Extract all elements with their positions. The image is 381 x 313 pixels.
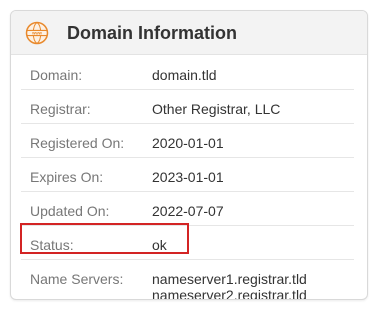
row-value: 2023-01-01 <box>152 169 224 185</box>
name-server-1: nameserver1.registrar.tld <box>152 271 307 287</box>
panel-header: www Domain Information <box>11 11 367 55</box>
row-label: Name Servers: <box>30 271 124 287</box>
name-server-2: nameserver2.registrar.tld <box>152 287 307 300</box>
row-value: domain.tld <box>152 67 217 83</box>
row-label: Registered On: <box>30 135 125 151</box>
row-label: Domain: <box>30 67 83 83</box>
row-value: 2022-07-07 <box>152 203 224 219</box>
row-label: Updated On: <box>30 203 110 219</box>
row-value: 2020-01-01 <box>152 135 224 151</box>
row-value: Other Registrar, LLC <box>152 101 281 117</box>
info-row-updated-on: Updated On: 2022-07-07 <box>21 196 354 226</box>
row-label: Status: <box>30 237 74 253</box>
domain-information-panel: www Domain Information Domain: domain.tl… <box>10 10 368 300</box>
info-row-registered-on: Registered On: 2020-01-01 <box>21 128 354 158</box>
globe-icon: www <box>25 21 49 45</box>
info-row-status: Status: ok <box>21 230 354 260</box>
info-row-domain: Domain: domain.tld <box>21 60 354 90</box>
panel-title: Domain Information <box>67 23 237 43</box>
info-row-expires-on: Expires On: 2023-01-01 <box>21 162 354 192</box>
row-label: Registrar: <box>30 101 91 117</box>
svg-text:www: www <box>31 31 43 36</box>
info-row-name-servers: Name Servers: nameserver1.registrar.tld … <box>21 264 354 300</box>
row-value: ok <box>152 237 167 253</box>
info-row-registrar: Registrar: Other Registrar, LLC <box>21 94 354 124</box>
row-value-list: nameserver1.registrar.tld nameserver2.re… <box>152 271 307 300</box>
row-label: Expires On: <box>30 169 104 185</box>
